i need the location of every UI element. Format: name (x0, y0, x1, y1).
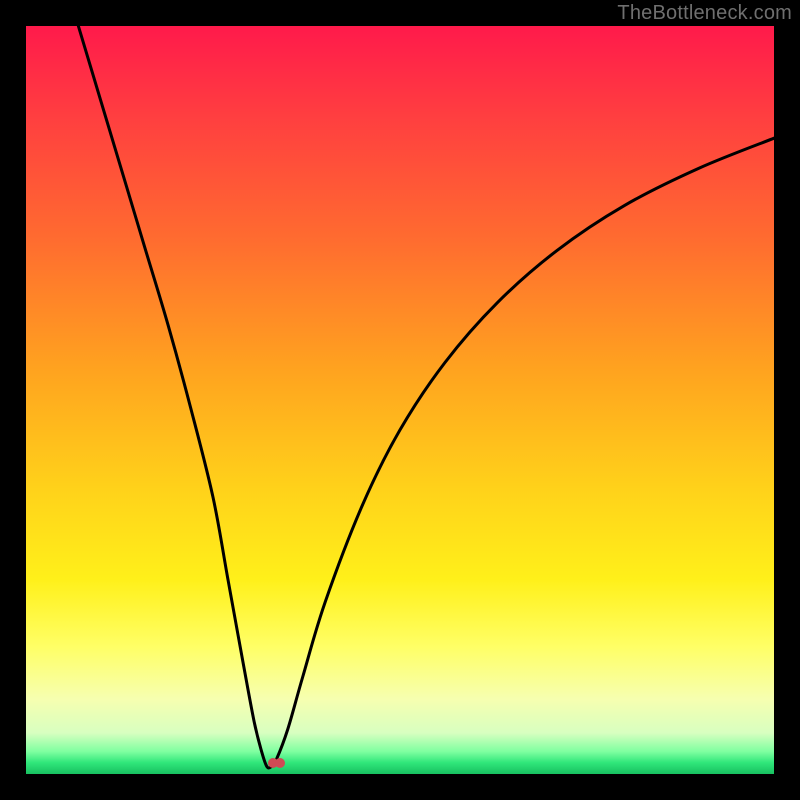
watermark-text: TheBottleneck.com (617, 2, 792, 25)
chart-svg (26, 26, 774, 774)
outer-frame: TheBottleneck.com (0, 0, 800, 800)
gradient-background (26, 26, 774, 774)
marker-dot (275, 758, 285, 768)
plot-area (26, 26, 774, 774)
